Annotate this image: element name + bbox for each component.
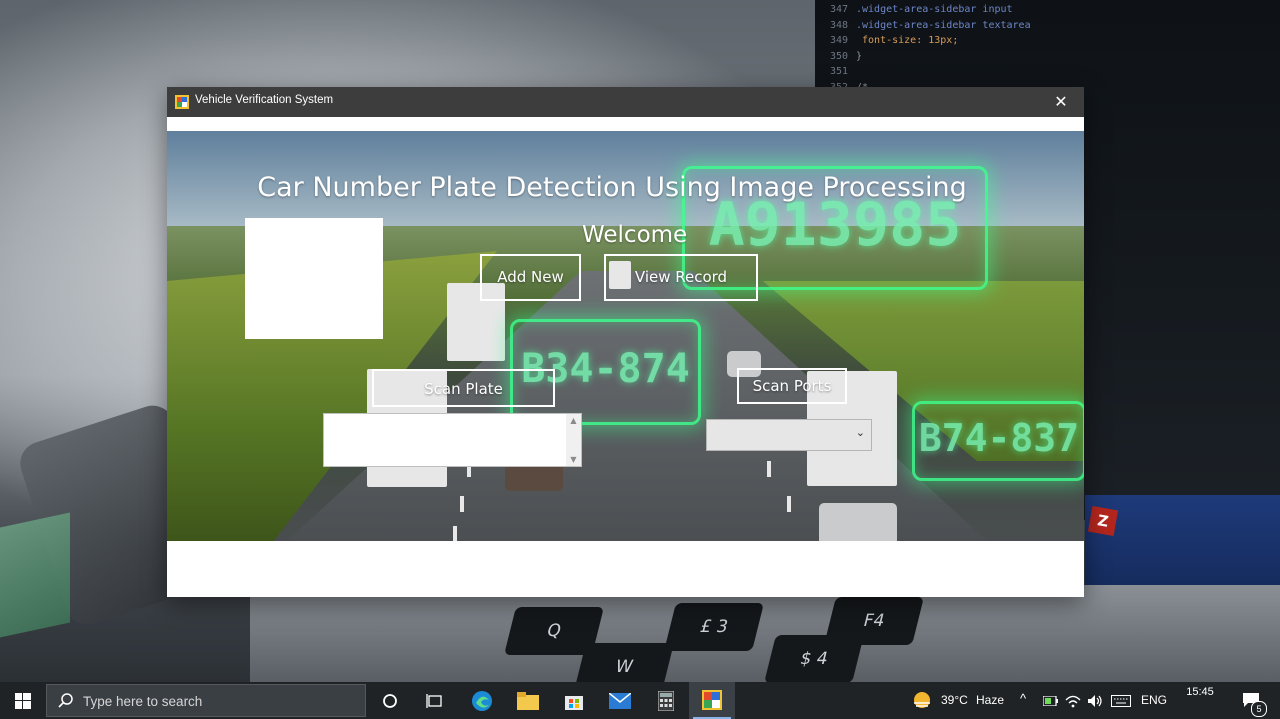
taskbar-clock[interactable]: 15:45 bbox=[1170, 684, 1230, 700]
welcome-label: Welcome bbox=[582, 222, 688, 248]
lane-marking bbox=[460, 496, 464, 512]
taskbar-file-explorer[interactable] bbox=[505, 682, 551, 719]
wallpaper-laptop-taskbar bbox=[1085, 495, 1280, 585]
cortana-circle-icon[interactable] bbox=[382, 693, 398, 709]
wallpaper-green-object bbox=[0, 512, 70, 638]
vehicle-app-icon[interactable] bbox=[702, 690, 722, 710]
app-icon bbox=[175, 95, 189, 109]
lane-marking bbox=[453, 526, 457, 541]
form-background: A913985 B74-837 B34-874 Car Number Plate… bbox=[167, 131, 1084, 541]
wallpaper-key-w: W bbox=[574, 643, 674, 682]
view-record-button[interactable]: View Record bbox=[604, 254, 758, 301]
status-area bbox=[167, 541, 1084, 597]
folder-icon[interactable] bbox=[517, 692, 539, 710]
scroll-up-icon[interactable]: ▲ bbox=[566, 416, 581, 425]
battery-icon[interactable] bbox=[1043, 696, 1059, 706]
weather-description[interactable]: Haze bbox=[976, 693, 1004, 707]
taskbar-search-box[interactable]: Type here to search bbox=[46, 684, 366, 717]
windows-logo-icon[interactable] bbox=[15, 693, 31, 709]
weather-temperature[interactable]: 39°C bbox=[941, 693, 968, 707]
taskbar-store[interactable] bbox=[551, 682, 597, 719]
wallpaper-keyboard: Q W £ 3 $ 4 F4 bbox=[250, 585, 1280, 682]
app-window: Vehicle Verification System ✕ A913985 B7… bbox=[167, 87, 1084, 597]
clock-time: 15:45 bbox=[1186, 686, 1214, 698]
wallpaper-key-3: £ 3 bbox=[664, 603, 764, 651]
wallpaper-code-text: 347 .widget-area-sidebar input 348 .widget… bbox=[830, 4, 1031, 93]
lane-marking bbox=[787, 496, 791, 512]
window-titlebar[interactable]: Vehicle Verification System ✕ bbox=[167, 87, 1084, 117]
taskbar-calculator[interactable] bbox=[643, 682, 689, 719]
mail-icon[interactable] bbox=[609, 693, 631, 709]
calculator-icon[interactable] bbox=[658, 691, 674, 711]
background-plate-b74-837: B74-837 bbox=[912, 401, 1084, 481]
weather-haze-icon[interactable] bbox=[912, 690, 932, 710]
window-title: Vehicle Verification System bbox=[195, 94, 334, 106]
search-placeholder: Type here to search bbox=[83, 694, 203, 709]
add-new-button[interactable]: Add New bbox=[480, 254, 581, 301]
page-title: Car Number Plate Detection Using Image P… bbox=[257, 172, 967, 203]
plate-result-listbox[interactable]: ▲ ▼ bbox=[323, 413, 582, 467]
close-button[interactable]: ✕ bbox=[1038, 87, 1084, 117]
close-icon[interactable]: ✕ bbox=[1054, 92, 1067, 111]
windows-taskbar: Type here to search 39°C Haze ^ ENG 15:4… bbox=[0, 682, 1280, 719]
port-select[interactable]: ⌄ bbox=[706, 419, 872, 451]
cortana-button[interactable] bbox=[367, 682, 413, 719]
taskbar-mail[interactable] bbox=[597, 682, 643, 719]
volume-icon[interactable] bbox=[1087, 694, 1103, 708]
wallpaper-key-f4: F4 bbox=[824, 597, 924, 645]
show-hidden-icons-chevron-up-icon[interactable]: ^ bbox=[1020, 691, 1026, 706]
task-view-button[interactable] bbox=[412, 682, 458, 719]
scan-plate-button[interactable]: Scan Plate bbox=[372, 369, 555, 407]
store-bag-icon[interactable] bbox=[564, 691, 584, 711]
search-icon bbox=[58, 693, 73, 708]
listbox-scrollbar[interactable]: ▲ ▼ bbox=[566, 414, 581, 466]
taskbar-vehicle-app[interactable] bbox=[689, 682, 735, 719]
scroll-down-icon[interactable]: ▼ bbox=[566, 455, 581, 464]
task-view-icon[interactable] bbox=[426, 693, 444, 709]
notification-count-badge: 5 bbox=[1251, 701, 1267, 717]
input-language[interactable]: ENG bbox=[1141, 693, 1167, 707]
background-car bbox=[819, 503, 897, 541]
wallpaper-filezilla-icon: Z bbox=[1087, 505, 1119, 537]
scan-ports-button[interactable]: Scan Ports bbox=[737, 368, 847, 404]
plate-picture-box bbox=[245, 218, 383, 339]
taskbar-edge[interactable] bbox=[459, 682, 505, 719]
start-button[interactable] bbox=[0, 682, 46, 719]
keyboard-icon[interactable] bbox=[1111, 695, 1131, 707]
edge-browser-icon[interactable] bbox=[471, 690, 493, 712]
lane-marking bbox=[767, 461, 771, 477]
chevron-down-icon[interactable]: ⌄ bbox=[856, 426, 865, 439]
wifi-icon[interactable] bbox=[1065, 694, 1081, 708]
